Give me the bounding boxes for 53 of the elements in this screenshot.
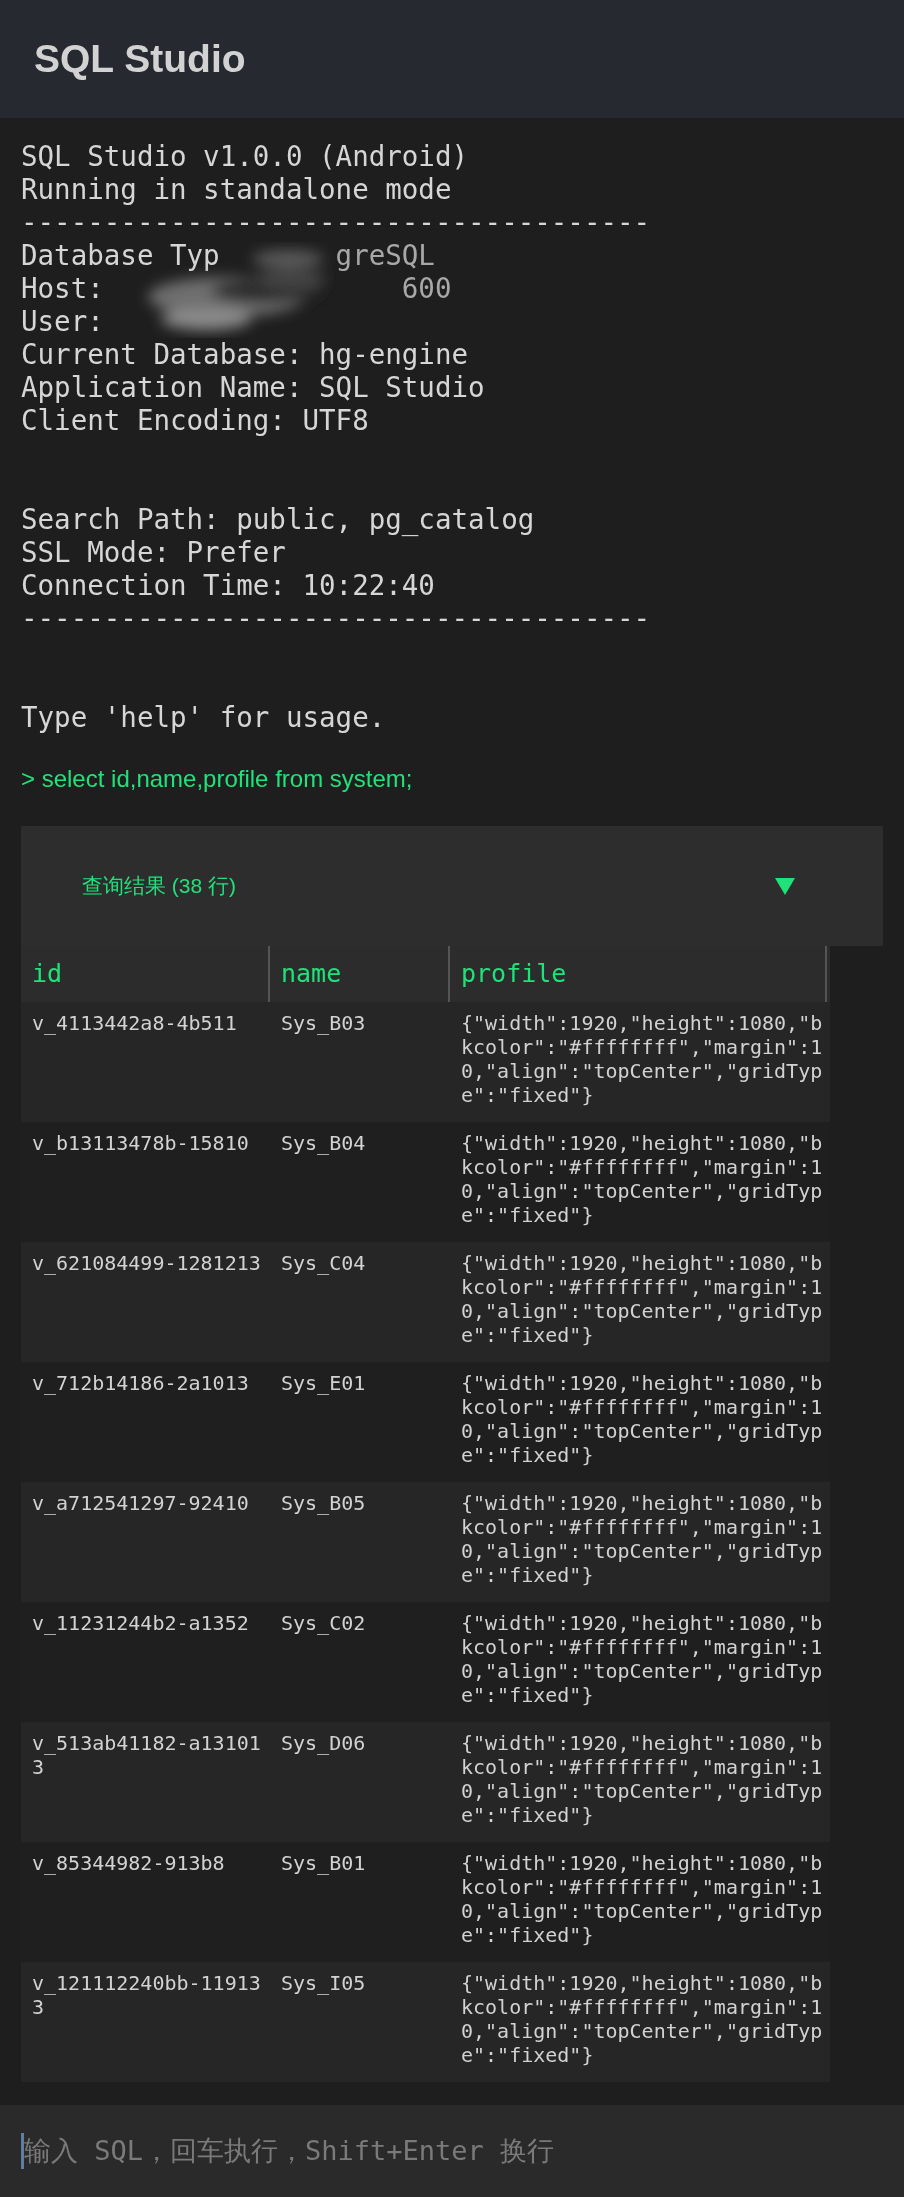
table-cell-text: Sys_D06 [281,1731,367,1755]
console-line: Current Database: hg-engine [21,338,469,371]
table-cell-text: v_a712541297-92410 [32,1491,250,1515]
table-cell-text: {"width":1920,"height":1080,"bkcolor":"#ffffffff","margin":10,"align":"topCenter","gridType":"fixed"} [461,1371,824,1467]
table-cell-text: Sys_B04 [281,1131,367,1155]
sql-input-field[interactable]: 输入 SQL，回车执行，Shift+Enter 换行 [24,2130,904,2172]
table-cell-text: {"width":1920,"height":1080,"bkcolor":"#ffffffff","margin":10,"align":"topCenter","gridType":"fixed"} [461,1611,824,1707]
console-line: Client Encoding: UTF8 [21,404,369,437]
table-cell-text: {"width":1920,"height":1080,"bkcolor":"#ffffffff","margin":10,"align":"topCenter","gridType":"fixed"} [461,1491,824,1587]
table-cell-text: Sys_I05 [281,1971,367,1995]
table-cell-text: Sys_E01 [281,1371,367,1395]
table-cell-text: {"width":1920,"height":1080,"bkcolor":"#ffffffff","margin":10,"align":"topCenter","gridType":"fixed"} [461,1011,824,1107]
table-cell-text: {"width":1920,"height":1080,"bkcolor":"#ffffffff","margin":10,"align":"topCenter","gridType":"fixed"} [461,1851,824,1947]
console-line: SQL Studio v1.0.0 (Android) [21,140,469,173]
table-cell-text: {"width":1920,"height":1080,"bkcolor":"#ffffffff","margin":10,"align":"topCenter","gridType":"fixed"} [461,1131,824,1227]
column-header: name [281,958,342,991]
result-header[interactable]: 查询结果 (38 行) [21,826,883,946]
table-cell-text: {"width":1920,"height":1080,"bkcolor":"#ffffffff","margin":10,"align":"topCenter","gridType":"fixed"} [461,1731,824,1827]
column-header: profile [461,958,567,991]
app-title: SQL Studio [34,35,246,82]
column-header: id [32,958,63,991]
table-cell-text: v_621084499-1281213 [32,1251,262,1275]
console-line: Application Name: SQL Studio [21,371,485,404]
console-line: -------------------------------------- [21,602,651,635]
table-cell-text: Sys_C02 [281,1611,367,1635]
table-cell-text: v_121112240bb-119133 [32,1971,262,2019]
table-cell-text: Sys_B03 [281,1011,367,1035]
console-line: 600 [401,272,452,305]
table-cell-text: v_11231244b2-a1352 [32,1611,250,1635]
table-cell-text: v_b13113478b-15810 [32,1131,250,1155]
collapse-triangle-icon[interactable] [775,876,795,896]
console-line: Search Path: public, pg_catalog [21,503,535,536]
console-line: User: [21,305,104,338]
console-line: greSQL [335,239,435,272]
table-cell-text: v_513ab41182-a131013 [32,1731,262,1779]
console-line: Running in standalone mode [21,173,452,206]
table-cell-text: v_712b14186-2a1013 [32,1371,250,1395]
command-echo: > select id,name,profile from system; [21,764,413,794]
table-cell-text: v_4113442a8-4b511 [32,1011,238,1035]
table-cell-text: v_85344982-913b8 [32,1851,226,1875]
console-line: -------------------------------------- [21,206,651,239]
table-cell-text: {"width":1920,"height":1080,"bkcolor":"#ffffffff","margin":10,"align":"topCenter","gridType":"fixed"} [461,1971,824,2067]
console-line: Type 'help' for usage. [21,701,386,734]
table-cell-text: Sys_B05 [281,1491,367,1515]
console-line: Host: [21,272,104,305]
table-cell-text: Sys_C04 [281,1251,367,1275]
console-line: Database Typ [21,239,220,272]
sql-input[interactable]: 输入 SQL，回车执行，Shift+Enter 换行 [0,2105,904,2197]
result-title: 查询结果 (38 行) [82,873,236,900]
console-line: SSL Mode: Prefer [21,536,286,569]
console-line: Connection Time: 10:22:40 [21,569,435,602]
table-cell-text: Sys_B01 [281,1851,367,1875]
table-cell-text: {"width":1920,"height":1080,"bkcolor":"#ffffffff","margin":10,"align":"topCenter","gridType":"fixed"} [461,1251,824,1347]
